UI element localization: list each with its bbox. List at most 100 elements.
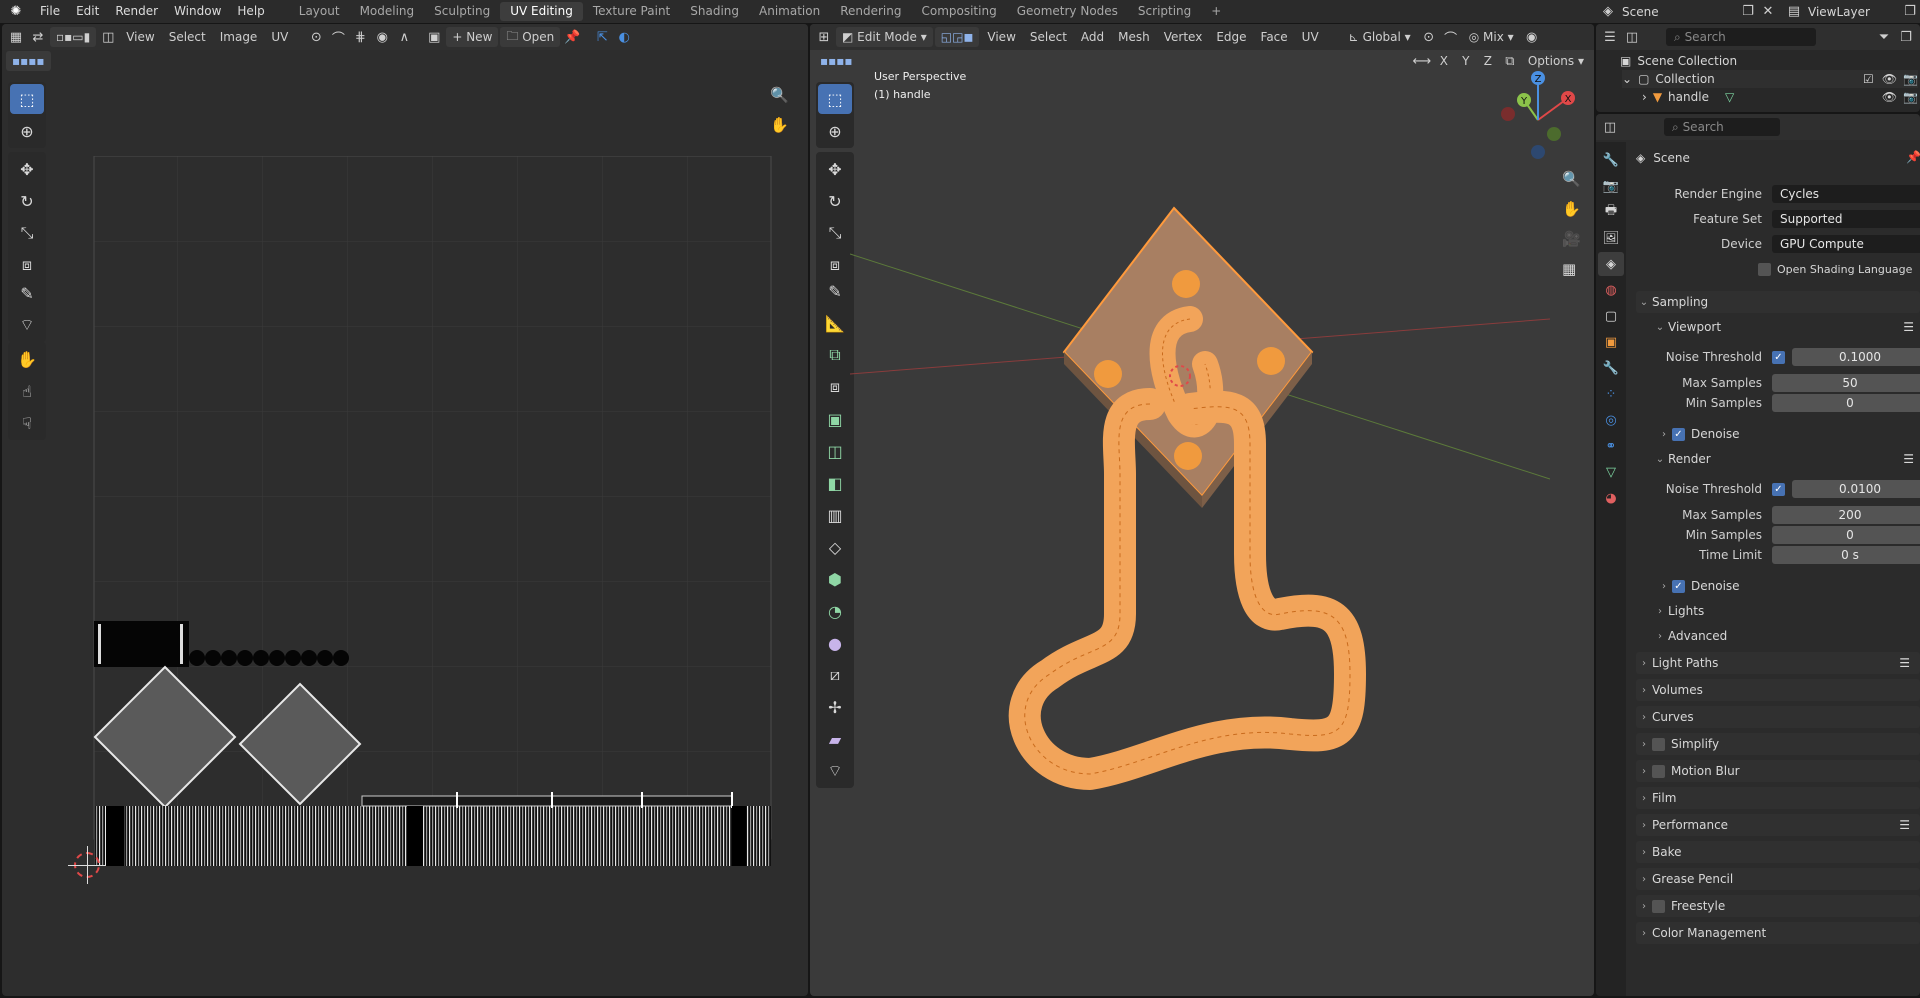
cursor-tool-icon[interactable]: ⊕ (10, 116, 44, 146)
vp-spin-icon[interactable]: ◔ (818, 596, 852, 626)
vp-loop-cut-icon[interactable]: ▥ (818, 500, 852, 530)
delete-scene-icon[interactable]: ✕ (1758, 2, 1778, 22)
select-mode-icons[interactable]: ▫▪▭▮ (50, 27, 97, 47)
viewport-editor-type-icon[interactable]: ⊞ (814, 27, 834, 47)
pivot-icon[interactable]: ⊙ (306, 27, 326, 47)
particles-tab-icon[interactable]: ⁘ (1598, 382, 1624, 406)
outliner-search-input[interactable]: ⌕ Search (1666, 28, 1816, 46)
uv-menu-select[interactable]: Select (163, 27, 212, 47)
osl-checkbox[interactable] (1758, 262, 1771, 276)
uv-menu-view[interactable]: View (120, 27, 160, 47)
snap-target-icon[interactable]: ⋕ (350, 27, 370, 47)
axis-y-toggle[interactable]: Y (1455, 51, 1476, 71)
new-viewlayer-icon[interactable]: ❐ (1900, 2, 1920, 22)
tab-scripting[interactable]: Scripting (1128, 2, 1201, 21)
modifier-tab-icon[interactable]: 🔧 (1598, 356, 1624, 380)
freestyle-checkbox[interactable] (1652, 899, 1665, 913)
tab-sculpting[interactable]: Sculpting (424, 2, 500, 21)
physics-tab-icon[interactable]: ◎ (1598, 408, 1624, 432)
display-mode-icon[interactable]: ◫ (1622, 27, 1642, 47)
render-tab-icon[interactable]: 📷 (1598, 174, 1624, 198)
vp-poly-build-icon[interactable]: ⬢ (818, 564, 852, 594)
proportional-edit-icon[interactable]: ◉ (372, 27, 392, 47)
new-collection-icon[interactable]: ❐ (1896, 27, 1916, 47)
vp-menu-edge[interactable]: Edge (1210, 27, 1252, 47)
add-workspace-button[interactable]: + (1201, 2, 1231, 21)
camera-view-icon[interactable]: 🎥 (1562, 230, 1581, 248)
tab-animation[interactable]: Animation (749, 2, 830, 21)
filter-icon[interactable]: ⏷ (1874, 27, 1894, 47)
vp-menu-vertex[interactable]: Vertex (1158, 27, 1209, 47)
new-image-button[interactable]: + New (446, 27, 499, 47)
uv-menu-uv[interactable]: UV (265, 27, 294, 47)
context-pin-icon[interactable]: 📌 (1906, 150, 1920, 164)
relax-tool-icon[interactable]: ☝ (10, 376, 44, 406)
tab-compositing[interactable]: Compositing (911, 2, 1006, 21)
vp-shrink-icon[interactable]: ✢ (818, 692, 852, 722)
sticky-select-icon[interactable]: ◫ (98, 27, 118, 47)
panel-film[interactable]: › Film (1636, 787, 1920, 809)
outliner-row-collection[interactable]: ⌄ ▢ Collection ☑ 👁 📷 (1622, 70, 1918, 88)
pivot-point-icon[interactable]: ⊙ (1419, 27, 1439, 47)
vp-rip-icon[interactable]: ⌔ (818, 756, 852, 786)
tab-shading[interactable]: Shading (680, 2, 749, 21)
view-layer-tab-icon[interactable]: 🖼 (1598, 226, 1624, 250)
collection-tab-icon[interactable]: ▢ (1598, 304, 1624, 328)
world-tab-icon[interactable]: ◍ (1598, 278, 1624, 302)
properties-search-input[interactable]: ⌕ Search (1664, 118, 1780, 136)
editor-type-icon[interactable]: ▦ (6, 27, 26, 47)
select-mode-icons-vp[interactable]: ▪▪▪▪ (814, 51, 859, 71)
vp-knife-icon[interactable]: ◇ (818, 532, 852, 562)
snap-icon[interactable]: ⌒ (328, 27, 348, 47)
r-denoise-subpanel[interactable]: › ✓ Denoise (1656, 576, 1740, 596)
object-visibility-icon[interactable]: 👁 (1882, 90, 1897, 104)
vp-min-samples-field[interactable]: 0 (1772, 394, 1920, 412)
vp-denoise-checkbox[interactable]: ✓ (1672, 427, 1685, 441)
menu-help[interactable]: Help (229, 0, 272, 23)
data-tab-icon[interactable]: ▽ (1598, 460, 1624, 484)
ortho-toggle-icon[interactable]: ▦ (1562, 260, 1576, 278)
output-tab-icon[interactable]: 🖶 (1598, 200, 1624, 224)
panel-color-management[interactable]: › Color Management (1636, 922, 1920, 944)
viewport-presets-icon[interactable]: ☰ (1903, 320, 1914, 334)
performance-presets-icon[interactable]: ☰ (1899, 818, 1910, 832)
r-noise-threshold-field[interactable]: 0.0100 (1792, 480, 1920, 498)
annotate-tool-icon[interactable]: ✎ (10, 278, 44, 308)
properties-editor-icon[interactable]: ◫ (1600, 117, 1620, 137)
mirror-icon[interactable]: ⟷ (1412, 51, 1432, 71)
feature-set-select[interactable]: Supported (1772, 210, 1920, 228)
vp-extrude-icon[interactable]: ▣ (818, 404, 852, 434)
uv-menu-image[interactable]: Image (214, 27, 264, 47)
panel-freestyle[interactable]: › Freestyle (1636, 895, 1920, 917)
sync-selection-icon[interactable]: ⇄ (28, 27, 48, 47)
mode-select[interactable]: ◩ Edit Mode ▾ (836, 27, 933, 47)
viewport-pan-icon[interactable]: ✋ (1562, 200, 1581, 218)
grab-tool-icon[interactable]: ✋ (10, 344, 44, 374)
menu-window[interactable]: Window (166, 0, 229, 23)
outliner-row-scene-collection[interactable]: ▣ Scene Collection (1620, 52, 1737, 70)
vp-menu-face[interactable]: Face (1255, 27, 1294, 47)
menu-file[interactable]: File (32, 0, 68, 23)
r-noise-threshold-checkbox[interactable]: ✓ (1772, 482, 1785, 496)
uv-pan-icon[interactable]: ✋ (770, 116, 789, 134)
vp-add-cube-icon[interactable]: ⧉ (818, 340, 852, 370)
vp-rotate-icon[interactable]: ↻ (818, 186, 852, 216)
rotate-tool-icon[interactable]: ↻ (10, 186, 44, 216)
uv-grid[interactable] (92, 156, 772, 866)
vp-menu-add[interactable]: Add (1075, 27, 1110, 47)
new-scene-icon[interactable]: ❐ (1738, 2, 1758, 22)
move-tool-icon[interactable]: ✥ (10, 154, 44, 184)
menu-edit[interactable]: Edit (68, 0, 107, 23)
scale-tool-icon[interactable]: ⤡ (10, 218, 44, 248)
panel-motion-blur[interactable]: › Motion Blur (1636, 760, 1920, 782)
pinch-tool-icon[interactable]: ☟ (10, 408, 44, 438)
vp-inset-icon[interactable]: ◫ (818, 436, 852, 466)
tab-uv-editing[interactable]: UV Editing (500, 2, 583, 21)
render-subpanel-header[interactable]: ⌄ Render ☰ (1652, 449, 1914, 469)
r-denoise-checkbox[interactable]: ✓ (1672, 579, 1685, 593)
tool-tab-icon[interactable]: 🔧 (1598, 148, 1624, 172)
lights-subpanel[interactable]: › Lights (1652, 601, 1704, 621)
collection-include-checkbox[interactable]: ☑ (1863, 72, 1874, 86)
panel-simplify[interactable]: › Simplify (1636, 733, 1920, 755)
tab-layout[interactable]: Layout (289, 2, 350, 21)
